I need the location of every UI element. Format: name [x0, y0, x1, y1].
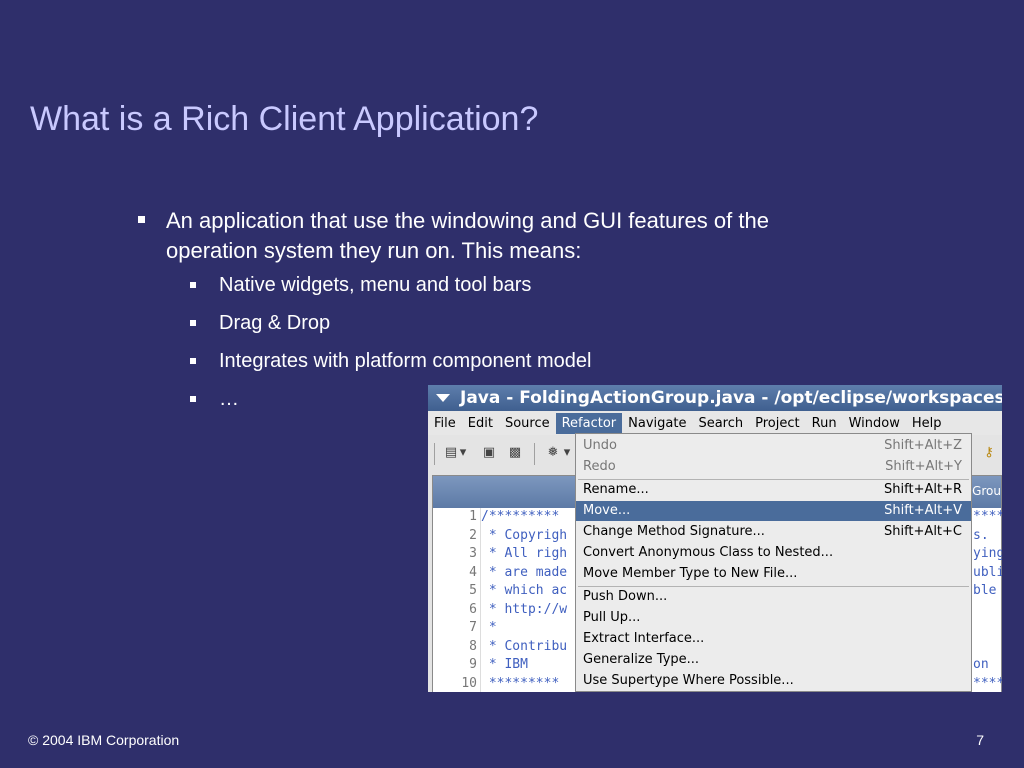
menu-item-move-member-type[interactable]: Move Member Type to New File... — [576, 564, 971, 584]
bullet-item: An application that use the windowing an… — [138, 206, 898, 266]
code-fragment: on — [973, 657, 989, 672]
menu-refactor[interactable]: Refactor — [555, 412, 623, 434]
code-fragment: **** — [973, 509, 1002, 524]
menu-item-change-method-signature[interactable]: Change Method Signature... Shift+Alt+C — [576, 522, 971, 542]
editor-tab[interactable]: Grou — [972, 484, 1001, 498]
menu-item-move[interactable]: Move... Shift+Alt+V — [576, 501, 971, 521]
menu-run[interactable]: Run — [806, 413, 843, 434]
window-title: Java - FoldingActionGroup.java - /opt/ec… — [460, 388, 1002, 408]
menu-item-extract-interface[interactable]: Extract Interface... — [576, 629, 971, 649]
save-icon[interactable]: ▣ — [480, 445, 498, 461]
page-number: 7 — [976, 732, 984, 748]
menu-search[interactable]: Search — [692, 413, 749, 434]
code-fragment: **** — [973, 675, 1002, 691]
window-menu-arrow-icon[interactable] — [436, 394, 450, 402]
window-titlebar[interactable]: Java - FoldingActionGroup.java - /opt/ec… — [428, 385, 1002, 411]
dropdown-arrow-icon[interactable]: ▾ — [562, 445, 572, 461]
menu-file[interactable]: File — [428, 413, 462, 434]
menu-item-undo[interactable]: Undo Shift+Alt+Z — [576, 436, 971, 456]
menu-help[interactable]: Help — [906, 413, 948, 434]
code-fragment: s. — [973, 527, 989, 543]
bullet-text-line: An application that use the windowing an… — [166, 208, 769, 233]
menu-item-rename[interactable]: Rename... Shift+Alt+R — [576, 480, 971, 500]
menu-item-convert-anonymous[interactable]: Convert Anonymous Class to Nested... — [576, 543, 971, 563]
bullet-text-line: operation system they run on. This means… — [166, 238, 582, 263]
slide-title: What is a Rich Client Application? — [30, 100, 539, 138]
sub-bullet-item: Native widgets, menu and tool bars — [190, 272, 898, 298]
toolbar-separator — [534, 443, 535, 465]
footer-copyright: © 2004 IBM Corporation — [28, 732, 180, 748]
menu-navigate[interactable]: Navigate — [622, 413, 692, 434]
menu-edit[interactable]: Edit — [462, 413, 499, 434]
code-fragment: ubli — [973, 564, 1002, 580]
code-fragment: ble — [973, 583, 997, 598]
menu-item-redo[interactable]: Redo Shift+Alt+Y — [576, 457, 971, 477]
menu-item-use-supertype[interactable]: Use Supertype Where Possible... — [576, 671, 971, 691]
sub-bullet-item: Integrates with platform component model — [190, 348, 898, 374]
eclipse-screenshot: Java - FoldingActionGroup.java - /opt/ec… — [428, 385, 1002, 692]
menu-window[interactable]: Window — [843, 413, 906, 434]
code-fragment: ying — [973, 546, 1002, 561]
dropdown-arrow-icon[interactable]: ▾ — [458, 445, 468, 461]
toolbar-separator — [434, 443, 435, 465]
menu-item-push-down[interactable]: Push Down... — [576, 587, 971, 607]
print-icon[interactable]: ▩ — [506, 445, 524, 461]
menu-item-pull-up[interactable]: Pull Up... — [576, 608, 971, 628]
menu-project[interactable]: Project — [749, 413, 805, 434]
refactor-menu-dropdown: Undo Shift+Alt+Z Redo Shift+Alt+Y Rename..… — [575, 433, 972, 692]
sub-bullet-item: Drag & Drop — [190, 310, 898, 336]
menu-bar: File Edit Source Refactor Navigate Searc… — [428, 411, 1002, 435]
key-icon[interactable]: ⚷ — [980, 445, 998, 461]
menu-source[interactable]: Source — [499, 413, 556, 434]
debug-icon[interactable]: ❅ — [544, 445, 562, 461]
menu-item-generalize-type[interactable]: Generalize Type... — [576, 650, 971, 670]
